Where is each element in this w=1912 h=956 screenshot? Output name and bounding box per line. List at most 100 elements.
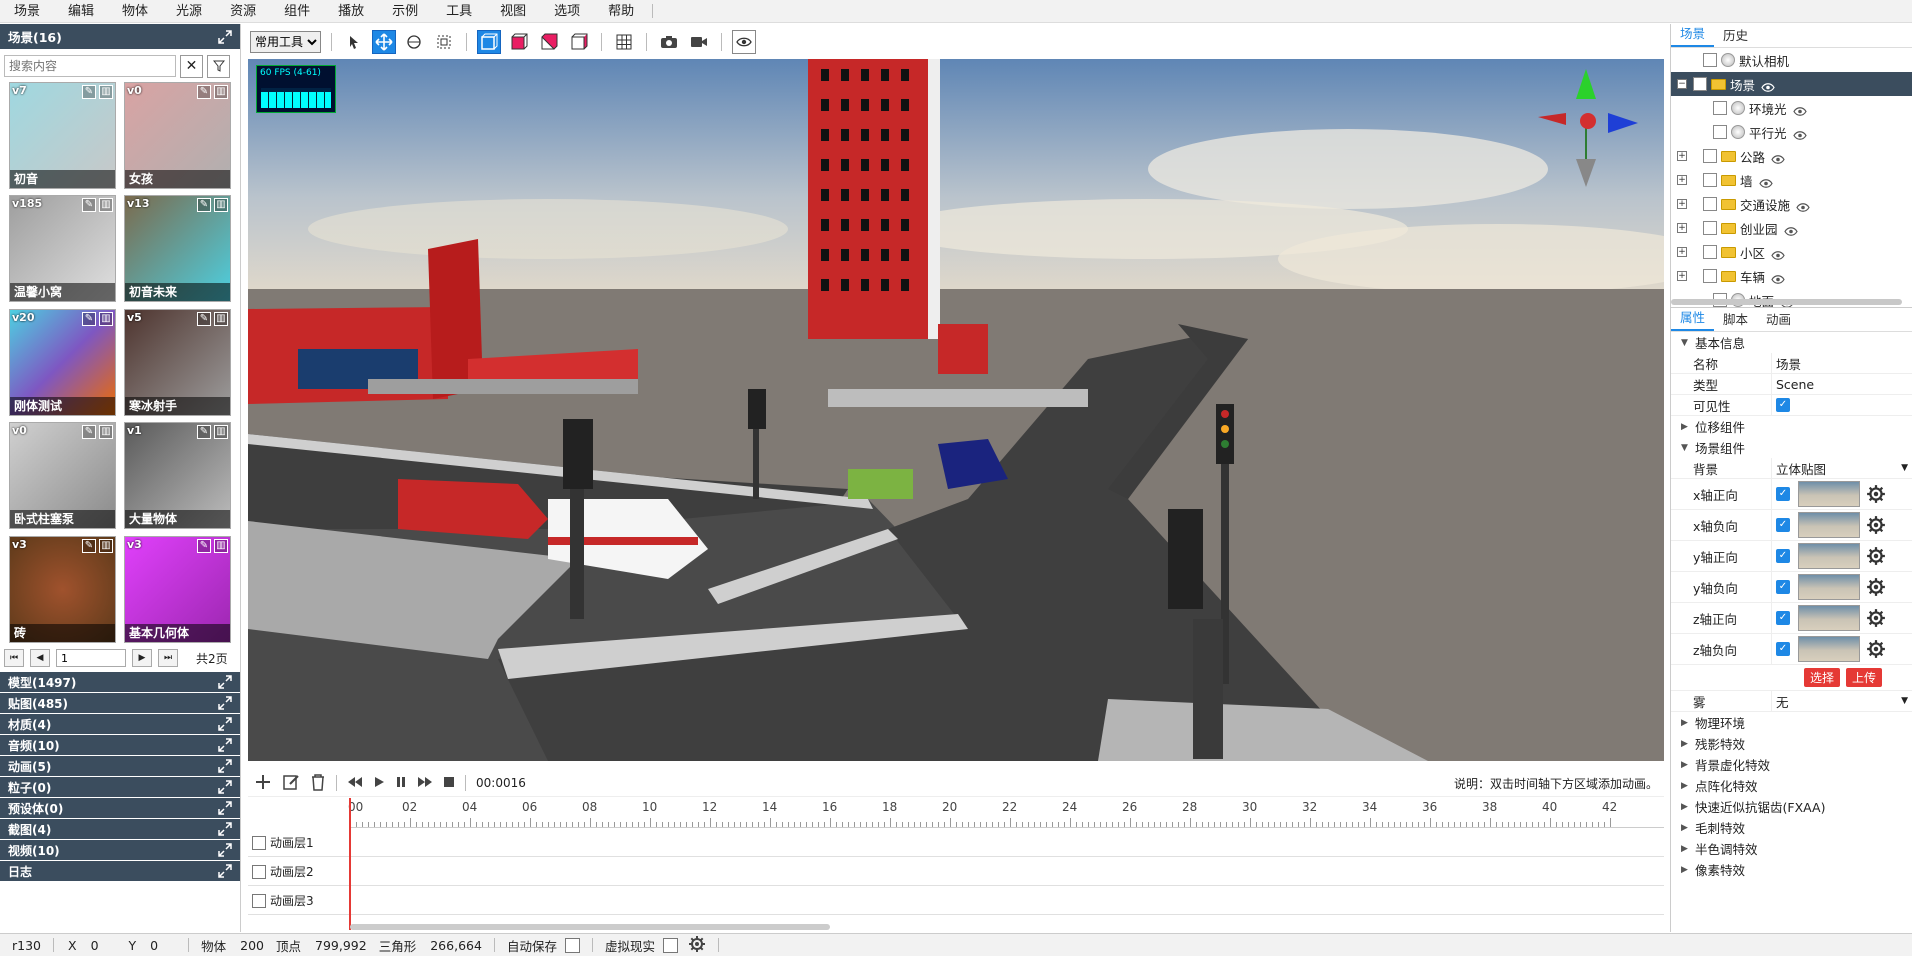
expand-icon[interactable] <box>218 29 232 44</box>
outliner-item[interactable]: + 创业园 <box>1671 216 1912 240</box>
tool-mode-select[interactable]: 常用工具 <box>250 30 321 53</box>
eye-icon[interactable] <box>1771 272 1785 284</box>
clear-search-button[interactable]: ✕ <box>180 54 203 78</box>
trash-icon[interactable]: ▥ <box>99 198 113 213</box>
asset-section-header[interactable]: 材质(4) <box>0 714 240 735</box>
pause-button[interactable] <box>395 776 407 791</box>
expand-icon[interactable] <box>218 738 232 752</box>
asset-section-header[interactable]: 视频(10) <box>0 840 240 861</box>
skybox-texture-preview[interactable] <box>1798 574 1860 600</box>
outliner-item[interactable]: + 小区 <box>1671 240 1912 264</box>
face-enabled-checkbox[interactable]: ✓ <box>1776 487 1790 501</box>
menu-item[interactable]: 光源 <box>162 0 216 23</box>
skybox-texture-preview[interactable] <box>1798 481 1860 507</box>
edit-icon[interactable]: ✎ <box>197 311 211 326</box>
playhead[interactable] <box>349 798 351 930</box>
effect-section[interactable]: ▶ 快速近似抗锯齿(FXAA) <box>1671 796 1912 817</box>
first-page-button[interactable]: ⏮ <box>4 649 24 667</box>
expand-icon[interactable] <box>218 822 232 836</box>
eye-icon[interactable] <box>1771 152 1785 164</box>
edit-icon[interactable]: ✎ <box>197 85 211 99</box>
edit-icon[interactable]: ✎ <box>82 85 96 99</box>
outliner-item[interactable]: + 墙 <box>1671 168 1912 192</box>
trash-icon[interactable]: ▥ <box>99 85 113 99</box>
asset-thumbnail[interactable]: v3 ✎ ▥ 基本几何体 <box>124 535 231 643</box>
asset-section-header[interactable]: 日志 <box>0 861 240 882</box>
vr-checkbox[interactable] <box>662 937 678 953</box>
eye-icon[interactable] <box>1771 248 1785 260</box>
skybox-texture-preview[interactable] <box>1798 605 1860 631</box>
edit-icon[interactable]: ✎ <box>82 538 96 553</box>
asset-thumbnail[interactable]: v5 ✎ ▥ 寒冰射手 <box>124 308 231 416</box>
layer-checkbox[interactable] <box>252 864 266 879</box>
face-enabled-checkbox[interactable]: ✓ <box>1776 549 1790 563</box>
outliner-item[interactable]: 地面 <box>1671 288 1912 307</box>
visibility-checkbox[interactable] <box>1703 173 1717 187</box>
layer-checkbox[interactable] <box>252 835 266 850</box>
visibility-checkbox[interactable] <box>1713 125 1727 139</box>
select-tool-button[interactable] <box>342 30 366 54</box>
menu-item[interactable]: 资源 <box>216 0 270 23</box>
edit-icon[interactable]: ✎ <box>82 198 96 213</box>
asset-thumbnail[interactable]: v1 ✎ ▥ 大量物体 <box>124 422 231 530</box>
search-input[interactable] <box>4 55 176 77</box>
select-texture-button[interactable]: 选择 <box>1803 668 1840 687</box>
outliner-item[interactable]: 平行光 <box>1671 120 1912 144</box>
delete-layer-button[interactable] <box>310 773 326 794</box>
gear-icon[interactable] <box>1866 484 1886 504</box>
effect-section[interactable]: ▶ 点阵化特效 <box>1671 775 1912 796</box>
visibility-checkbox[interactable] <box>1703 221 1717 235</box>
trash-icon[interactable]: ▥ <box>99 538 113 553</box>
expand-icon[interactable] <box>218 780 232 794</box>
trash-icon[interactable]: ▥ <box>214 198 228 213</box>
play-button[interactable] <box>373 776 385 791</box>
section-scene-component[interactable]: ▼ 场景组件 <box>1671 437 1912 458</box>
move-tool-button[interactable] <box>372 29 396 54</box>
trash-icon[interactable]: ▥ <box>214 311 228 326</box>
timeline-scrollbar[interactable] <box>350 924 830 930</box>
screenshot-button[interactable] <box>657 30 681 54</box>
asset-section-header[interactable]: 动画(5) <box>0 756 240 777</box>
asset-thumbnail[interactable]: v7 ✎ ▥ 初音 <box>9 82 116 189</box>
menu-item[interactable]: 帮助 <box>594 0 648 23</box>
upload-texture-button[interactable]: 上传 <box>1845 668 1882 687</box>
expand-icon[interactable] <box>218 864 232 878</box>
face-enabled-checkbox[interactable]: ✓ <box>1776 518 1790 532</box>
trash-icon[interactable]: ▥ <box>99 311 113 326</box>
eye-icon[interactable] <box>1792 104 1807 116</box>
tree-toggle-icon[interactable]: + <box>1675 199 1689 209</box>
gear-icon[interactable] <box>1866 515 1886 535</box>
face-enabled-checkbox[interactable]: ✓ <box>1776 611 1790 625</box>
fog-select[interactable]: 无 ▼ <box>1771 691 1912 711</box>
visibility-checkbox[interactable] <box>1703 197 1717 211</box>
eye-icon[interactable] <box>1796 200 1810 212</box>
add-layer-button[interactable] <box>254 773 272 794</box>
effect-section[interactable]: ▶ 背景虚化特效 <box>1671 754 1912 775</box>
top-view-button[interactable] <box>537 30 561 54</box>
record-button[interactable] <box>687 30 711 54</box>
side-view-button[interactable] <box>507 30 531 54</box>
menu-item[interactable]: 场景 <box>0 0 54 23</box>
edit-icon[interactable]: ✎ <box>197 198 211 213</box>
asset-section-header[interactable]: 贴图(485) <box>0 693 240 714</box>
view-toggle-button[interactable] <box>732 29 756 54</box>
expand-icon[interactable] <box>218 717 232 731</box>
expand-icon[interactable] <box>218 675 232 689</box>
expand-icon[interactable] <box>218 801 232 815</box>
prev-page-button[interactable]: ◀ <box>30 649 50 667</box>
face-enabled-checkbox[interactable]: ✓ <box>1776 580 1790 594</box>
eye-icon[interactable] <box>1792 128 1807 140</box>
edit-layer-button[interactable] <box>282 773 300 794</box>
filter-button[interactable] <box>207 54 230 78</box>
asset-thumbnail[interactable]: v0 ✎ ▥ 女孩 <box>124 82 231 189</box>
gear-icon[interactable] <box>1866 639 1886 659</box>
tree-toggle-icon[interactable]: + <box>1675 151 1689 161</box>
asset-thumbnail[interactable]: v20 ✎ ▥ 刚体测试 <box>9 308 116 416</box>
skybox-texture-preview[interactable] <box>1798 636 1860 662</box>
visibility-checkbox[interactable] <box>1713 101 1727 115</box>
visibility-checkbox[interactable] <box>1693 77 1707 91</box>
visibility-checkbox[interactable] <box>1703 269 1717 283</box>
eye-icon[interactable] <box>1783 224 1798 236</box>
asset-thumbnail[interactable]: v3 ✎ ▥ 砖 <box>9 535 116 643</box>
timeline-ruler[interactable]: 00 02 04 06 08 10 12 14 16 18 20 22 24 26 28 30 32 34 36 38… <box>348 798 1664 828</box>
